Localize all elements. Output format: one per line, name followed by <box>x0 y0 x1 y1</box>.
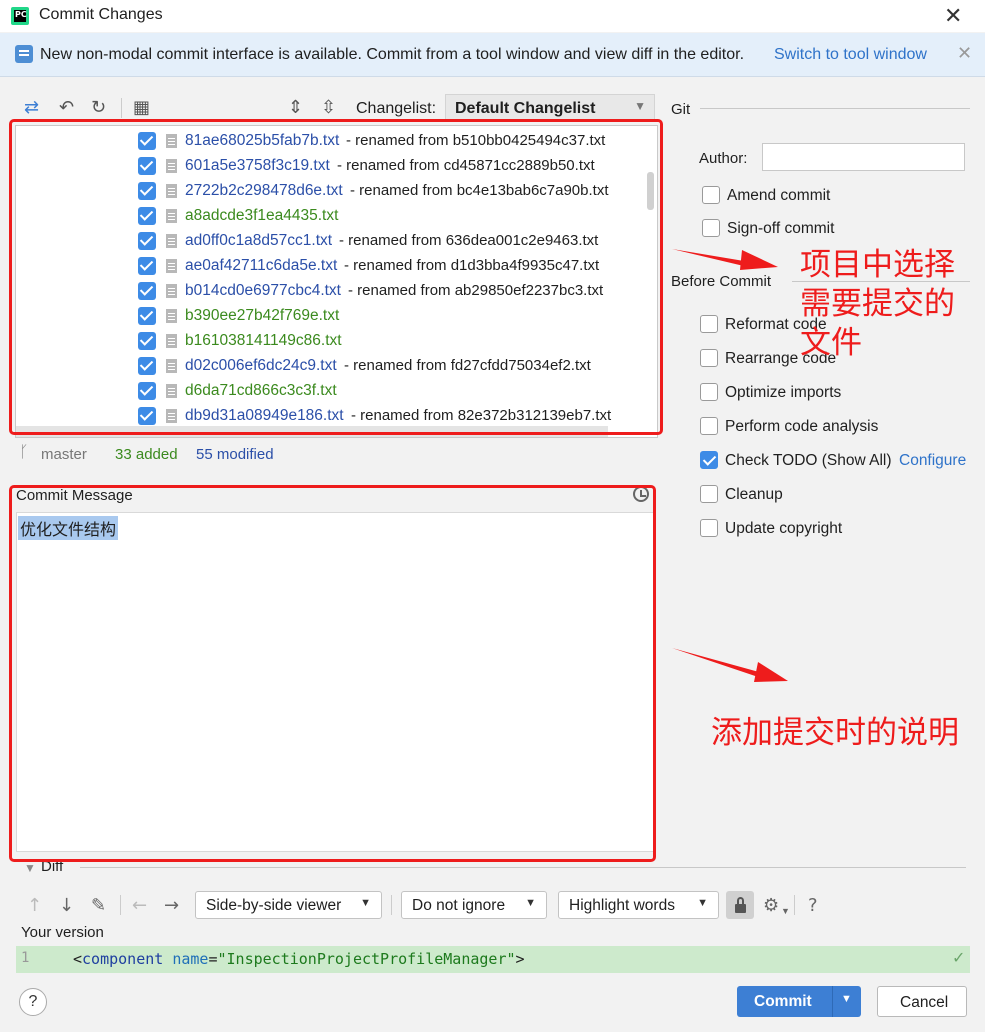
code-text: <component name="InspectionProjectProfil… <box>73 950 525 968</box>
banner-close-icon[interactable]: ✕ <box>957 43 972 64</box>
chevron-down-icon: ▼ <box>697 897 708 909</box>
code-token: component <box>82 950 164 968</box>
code-token: "InspectionProjectProfileManager" <box>217 950 516 968</box>
diff-collapse-icon[interactable]: ▼ <box>24 861 36 875</box>
group-by-icon[interactable]: ▦ <box>133 97 150 118</box>
commit-message-highlight-box <box>9 485 656 862</box>
before-commit-checkbox[interactable] <box>700 485 718 503</box>
before-commit-option-label: Update copyright <box>725 520 843 537</box>
ignore-whitespace-dropdown[interactable]: Do not ignore ▼ <box>401 891 547 919</box>
toolbar-divider <box>121 98 122 118</box>
pycharm-logo-icon: PC <box>11 7 29 25</box>
info-panel-icon <box>15 45 33 63</box>
commit-button-divider <box>832 986 833 1017</box>
diff-toolbar-divider <box>391 895 392 915</box>
diff-section-divider <box>80 867 966 868</box>
annotation-line: 需要提交的 <box>800 286 955 322</box>
before-commit-checkbox[interactable] <box>700 383 718 401</box>
before-commit-checkbox[interactable] <box>700 417 718 435</box>
commit-options-chevron-icon[interactable]: ▼ <box>841 993 852 1005</box>
settings-dropdown-icon[interactable]: ▼ <box>781 906 790 916</box>
chevron-down-icon: ▼ <box>360 897 371 909</box>
code-token: < <box>73 950 83 968</box>
settings-gear-icon[interactable]: ⚙ <box>763 895 779 916</box>
amend-commit-label: Amend commit <box>727 187 831 204</box>
added-count[interactable]: 33 added <box>115 446 178 463</box>
edit-source-icon[interactable]: ✎ <box>91 895 106 916</box>
refresh-icon[interactable]: ↻ <box>91 97 106 118</box>
file-list-highlight-box <box>9 119 663 435</box>
diff-help-icon[interactable]: ? <box>808 895 818 916</box>
before-commit-checkbox[interactable] <box>700 315 718 333</box>
rollback-icon[interactable]: ↶ <box>59 97 74 118</box>
before-commit-checkbox[interactable] <box>700 519 718 537</box>
lock-scrolling-button[interactable] <box>726 891 754 919</box>
title-bar: PC Commit Changes ✕ <box>0 0 985 32</box>
switch-to-tool-window-link[interactable]: Switch to tool window <box>774 46 927 64</box>
changelist-dropdown[interactable]: Default Changelist ▼ <box>445 94 655 122</box>
signoff-commit-checkbox[interactable] <box>702 219 720 237</box>
cancel-button-label: Cancel <box>900 994 949 1011</box>
previous-difference-icon[interactable]: ↑ <box>27 895 42 916</box>
author-input[interactable] <box>762 143 965 171</box>
your-version-label: Your version <box>21 924 104 941</box>
highlight-mode-value: Highlight words <box>569 897 675 914</box>
window-title: Commit Changes <box>39 6 163 23</box>
forward-arrow-icon[interactable]: → <box>164 895 179 916</box>
configure-todo-link[interactable]: Configure <box>899 452 966 470</box>
before-commit-option-label: Cleanup <box>725 486 783 503</box>
viewer-mode-dropdown[interactable]: Side-by-side viewer ▼ <box>195 891 382 919</box>
annotation-arrow-icon <box>672 648 788 682</box>
highlight-mode-dropdown[interactable]: Highlight words ▼ <box>558 891 719 919</box>
add-message-annotation: 添加提交时的说明 <box>711 715 959 751</box>
back-arrow-icon[interactable]: ← <box>132 895 147 916</box>
before-commit-checkbox[interactable] <box>700 451 718 469</box>
show-diff-icon[interactable]: ⇄ <box>24 97 39 118</box>
before-commit-option-label: Optimize imports <box>725 384 842 401</box>
notification-banner: New non-modal commit interface is availa… <box>0 33 985 77</box>
branch-name: master <box>41 446 87 463</box>
before-commit-option-label: Perform code analysis <box>725 418 879 435</box>
chevron-down-icon: ▼ <box>634 99 646 113</box>
modified-count[interactable]: 55 modified <box>196 446 274 463</box>
git-section-divider <box>700 108 970 109</box>
next-difference-icon[interactable]: ↓ <box>59 895 74 916</box>
author-label: Author: <box>699 150 748 167</box>
changelist-label: Changelist: <box>356 100 437 117</box>
collapse-all-icon[interactable]: ⇳ <box>321 97 336 118</box>
before-commit-option-label: Check TODO (Show All) <box>725 452 892 469</box>
code-token: name <box>172 950 209 968</box>
viewer-mode-value: Side-by-side viewer <box>206 897 342 914</box>
check-mark-icon: ✓ <box>952 950 966 967</box>
window-close-icon[interactable]: ✕ <box>944 3 962 29</box>
ignore-whitespace-value: Do not ignore <box>412 897 506 914</box>
before-commit-checkbox[interactable] <box>700 349 718 367</box>
chevron-down-icon: ▼ <box>525 897 536 909</box>
git-section-title: Git <box>671 101 691 118</box>
line-number: 1 <box>21 950 30 966</box>
diff-toolbar-divider <box>794 895 795 915</box>
banner-text: New non-modal commit interface is availa… <box>40 46 745 63</box>
lock-shackle <box>737 897 744 906</box>
signoff-commit-label: Sign-off commit <box>727 220 835 237</box>
git-branch-icon: ᚴ <box>19 444 29 461</box>
expand-all-icon[interactable]: ⇕ <box>288 97 303 118</box>
select-files-annotation: 项目中选择 需要提交的 文件 <box>800 246 980 363</box>
help-button[interactable]: ? <box>19 988 47 1016</box>
cancel-button[interactable]: Cancel <box>877 986 967 1017</box>
amend-commit-checkbox[interactable] <box>702 186 720 204</box>
code-token: > <box>515 950 525 968</box>
code-token: = <box>208 950 218 968</box>
changelist-value: Default Changelist <box>455 100 596 117</box>
annotation-line: 文件 <box>800 325 862 361</box>
commit-button[interactable]: Commit ▼ <box>737 986 861 1017</box>
commit-button-label: Commit <box>754 993 812 1010</box>
annotation-line: 项目中选择 <box>800 247 955 283</box>
annotation-arrow-icon <box>672 249 778 270</box>
diff-toolbar-divider <box>120 895 121 915</box>
